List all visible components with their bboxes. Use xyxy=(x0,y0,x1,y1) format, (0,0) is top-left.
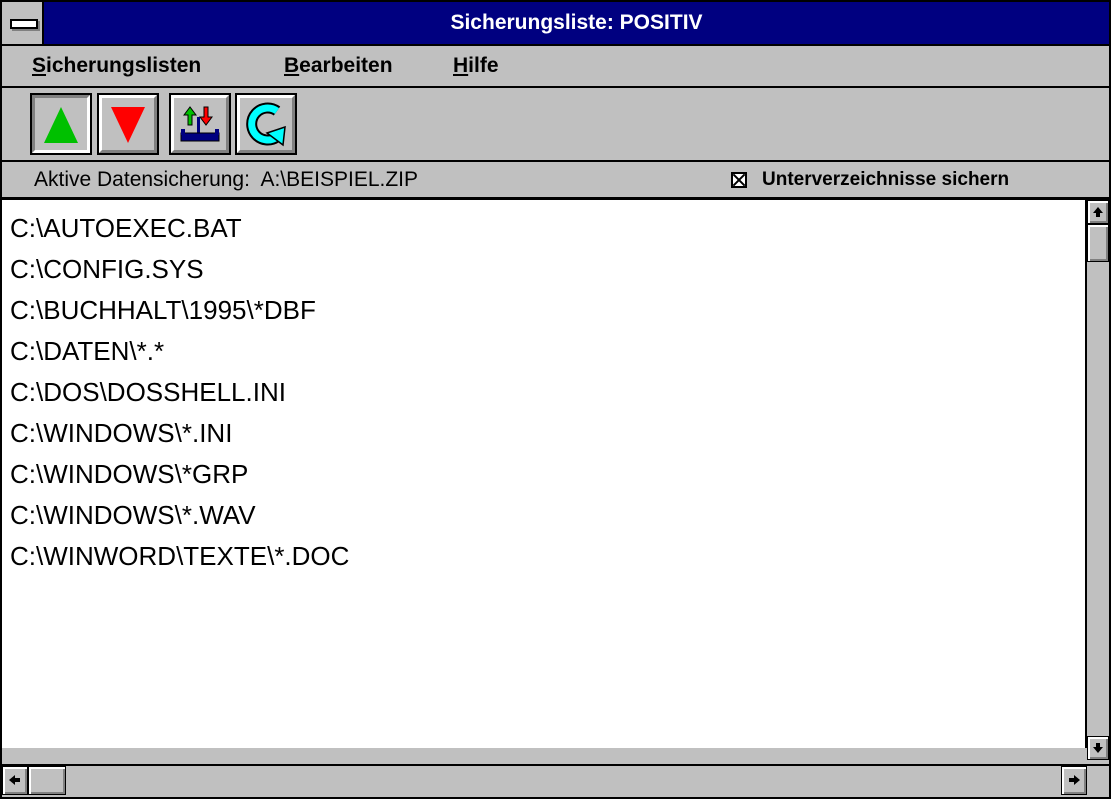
list-item[interactable]: C:\AUTOEXEC.BAT xyxy=(10,208,1085,249)
subdirectories-label[interactable]: Unterverzeichnisse sichern xyxy=(762,162,1009,198)
menu-mnemonic: B xyxy=(284,54,300,77)
list-item[interactable]: C:\WINDOWS\*.WAV xyxy=(10,495,1085,536)
toolbar xyxy=(2,88,1109,162)
arrow-down-icon xyxy=(1093,743,1103,753)
arrow-up-icon xyxy=(1093,207,1103,217)
move-up-button[interactable] xyxy=(30,93,92,155)
rotate-button[interactable] xyxy=(235,93,297,155)
system-menu-button[interactable] xyxy=(2,2,44,44)
green-up-triangle-icon xyxy=(44,107,78,143)
file-list: C:\AUTOEXEC.BAT C:\CONFIG.SYS C:\BUCHHALT\… xyxy=(2,200,1085,577)
menu-bar: Sicherungslisten Bearbeiten Hilfe xyxy=(2,46,1109,88)
rotate-arrow-icon xyxy=(246,102,286,147)
menu-sicherungslisten[interactable]: Sicherungslisten xyxy=(32,46,201,86)
subdirectories-checkbox[interactable] xyxy=(731,172,747,188)
backup-file-list[interactable]: C:\AUTOEXEC.BAT C:\CONFIG.SYS C:\BUCHHALT\… xyxy=(2,200,1087,748)
menu-hilfe[interactable]: Hilfe xyxy=(453,46,499,86)
menu-bearbeiten[interactable]: Bearbeiten xyxy=(284,46,393,86)
list-item[interactable]: C:\WINWORD\TEXTE\*.DOC xyxy=(10,536,1085,577)
horizontal-scrollbar[interactable] xyxy=(2,764,1087,797)
title-bar[interactable]: Sicherungsliste: POSITIV xyxy=(2,2,1109,46)
menu-label: ilfe xyxy=(468,54,499,77)
list-item[interactable]: C:\DOS\DOSSHELL.INI xyxy=(10,372,1085,413)
status-line: Aktive Datensicherung: A:\BEISPIEL.ZIP U… xyxy=(2,162,1109,200)
system-menu-icon xyxy=(10,19,38,29)
vertical-scroll-thumb[interactable] xyxy=(1087,224,1109,262)
list-item[interactable]: C:\CONFIG.SYS xyxy=(10,249,1085,290)
application-window: Sicherungsliste: POSITIV Sicherungsliste… xyxy=(0,0,1111,799)
list-item[interactable]: C:\DATEN\*.* xyxy=(10,331,1085,372)
list-item[interactable]: C:\WINDOWS\*.INI xyxy=(10,413,1085,454)
menu-label: icherungslisten xyxy=(46,54,202,77)
arrow-right-icon xyxy=(1069,775,1080,785)
menu-mnemonic: S xyxy=(32,54,47,77)
scroll-right-button[interactable] xyxy=(1061,766,1087,795)
exchange-arrows-icon xyxy=(180,106,220,142)
active-backup-label: Aktive Datensicherung: A:\BEISPIEL.ZIP xyxy=(34,168,419,191)
scroll-down-button[interactable] xyxy=(1087,736,1109,760)
vertical-scrollbar[interactable] xyxy=(1087,200,1109,764)
arrow-left-icon xyxy=(9,775,20,785)
move-down-button[interactable] xyxy=(97,93,159,155)
exchange-button[interactable] xyxy=(169,93,231,155)
list-item[interactable]: C:\BUCHHALT\1995\*DBF xyxy=(10,290,1085,331)
horizontal-scroll-thumb[interactable] xyxy=(28,766,66,795)
menu-label: earbeiten xyxy=(299,54,393,77)
scroll-up-button[interactable] xyxy=(1087,200,1109,224)
red-down-triangle-icon xyxy=(111,107,145,143)
list-item[interactable]: C:\WINDOWS\*GRP xyxy=(10,454,1085,495)
scrollbar-corner xyxy=(1087,764,1109,797)
scroll-left-button[interactable] xyxy=(2,766,28,795)
menu-mnemonic: H xyxy=(453,54,469,77)
window-title: Sicherungsliste: POSITIV xyxy=(450,11,703,34)
